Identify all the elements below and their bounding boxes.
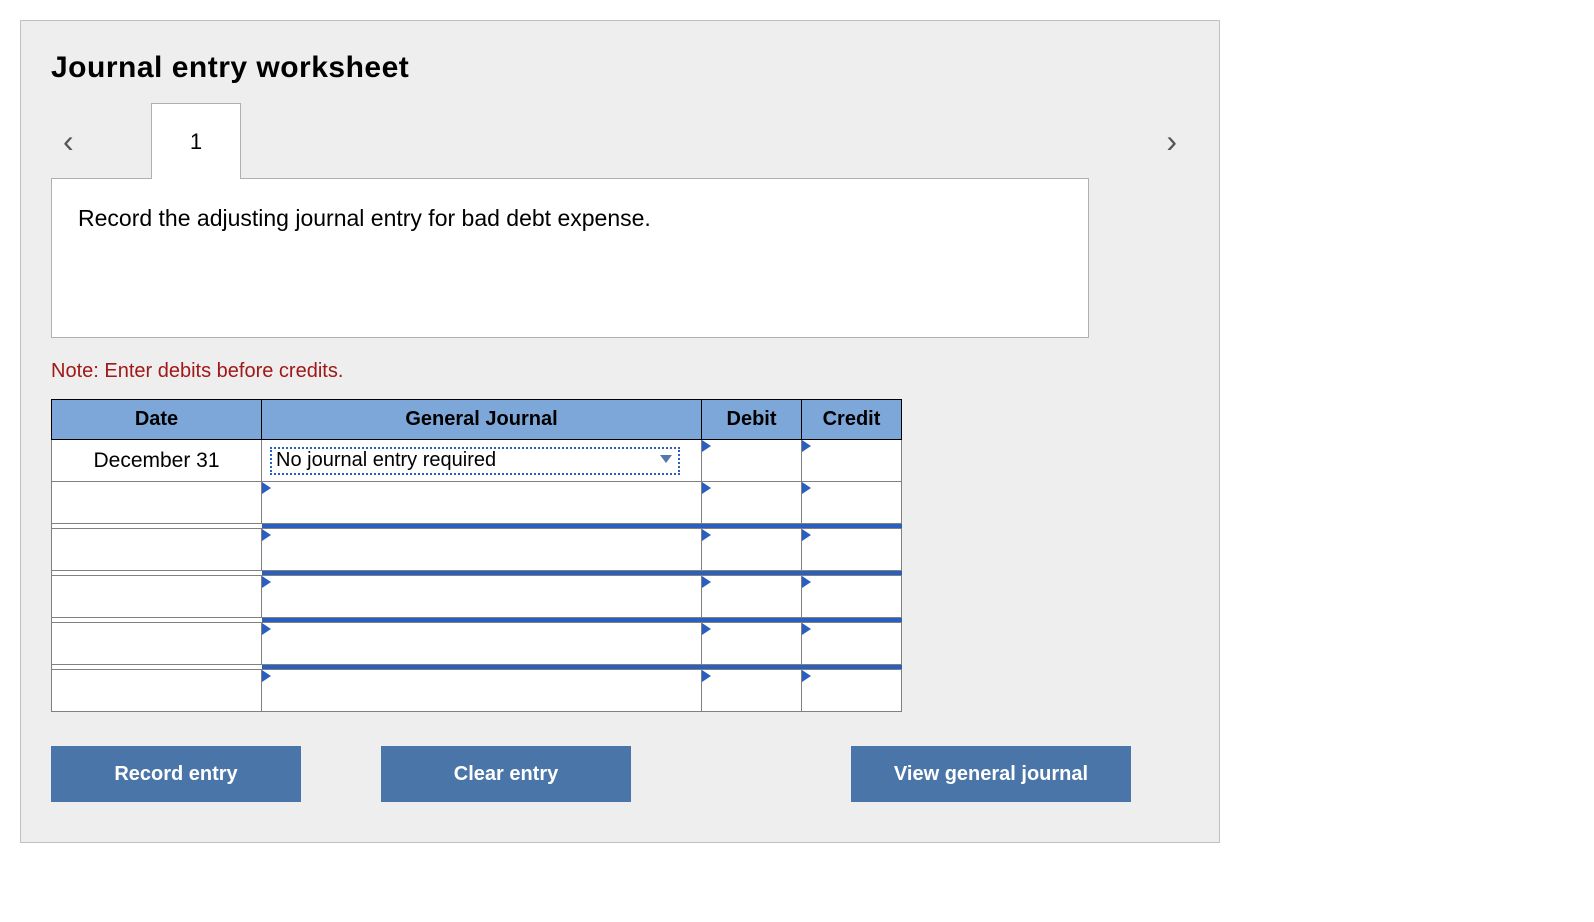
cell-marker-icon: [702, 440, 711, 452]
record-entry-button[interactable]: Record entry: [51, 746, 301, 802]
debit-cell[interactable]: [702, 576, 802, 618]
date-cell[interactable]: [52, 529, 262, 571]
table-row: [52, 576, 902, 618]
view-general-journal-button[interactable]: View general journal: [851, 746, 1131, 802]
cell-marker-icon: [702, 576, 711, 588]
account-dropdown[interactable]: No journal entry required: [270, 447, 680, 475]
debit-cell[interactable]: [702, 440, 802, 482]
date-cell[interactable]: [52, 670, 262, 712]
journal-table: Date General Journal Debit Credit Decemb…: [51, 399, 902, 712]
cell-marker-icon: [802, 623, 811, 635]
note-text: Note: Enter debits before credits.: [51, 360, 1189, 383]
cell-marker-icon: [262, 482, 271, 494]
account-cell[interactable]: [262, 670, 702, 712]
cell-marker-icon: [802, 670, 811, 682]
worksheet-panel: Journal entry worksheet ‹ 1 › Record the…: [20, 20, 1220, 843]
cell-marker-icon: [802, 529, 811, 541]
debit-cell[interactable]: [702, 623, 802, 665]
date-cell[interactable]: [52, 576, 262, 618]
credit-cell[interactable]: [802, 529, 902, 571]
header-debit: Debit: [702, 400, 802, 440]
cell-marker-icon: [802, 576, 811, 588]
table-row: December 31 No journal entry required: [52, 440, 902, 482]
cell-marker-icon: [262, 623, 271, 635]
account-cell[interactable]: No journal entry required: [262, 440, 702, 482]
debit-cell[interactable]: [702, 482, 802, 524]
cell-marker-icon: [702, 670, 711, 682]
credit-cell[interactable]: [802, 440, 902, 482]
table-header-row: Date General Journal Debit Credit: [52, 400, 902, 440]
cell-marker-icon: [262, 670, 271, 682]
date-cell[interactable]: December 31: [52, 440, 262, 482]
tab-row: ‹ 1 ›: [51, 103, 1189, 179]
instruction-box: Record the adjusting journal entry for b…: [51, 178, 1089, 338]
cell-marker-icon: [702, 623, 711, 635]
account-cell[interactable]: [262, 529, 702, 571]
cell-marker-icon: [262, 529, 271, 541]
page-title: Journal entry worksheet: [51, 51, 1189, 85]
debit-cell[interactable]: [702, 670, 802, 712]
table-row: [52, 670, 902, 712]
credit-cell[interactable]: [802, 623, 902, 665]
credit-cell[interactable]: [802, 576, 902, 618]
instruction-text: Record the adjusting journal entry for b…: [78, 205, 651, 231]
prev-arrow-icon[interactable]: ‹: [63, 123, 74, 160]
table-row: [52, 482, 902, 524]
chevron-down-icon[interactable]: [660, 455, 672, 463]
table-row: [52, 623, 902, 665]
credit-cell[interactable]: [802, 670, 902, 712]
cell-marker-icon: [802, 482, 811, 494]
account-cell[interactable]: [262, 623, 702, 665]
cell-marker-icon: [262, 576, 271, 588]
tab-1[interactable]: 1: [151, 103, 241, 179]
header-general-journal: General Journal: [262, 400, 702, 440]
next-arrow-icon[interactable]: ›: [1166, 123, 1177, 160]
debit-cell[interactable]: [702, 529, 802, 571]
date-cell[interactable]: [52, 482, 262, 524]
table-row: [52, 529, 902, 571]
header-credit: Credit: [802, 400, 902, 440]
account-cell[interactable]: [262, 482, 702, 524]
header-date: Date: [52, 400, 262, 440]
credit-cell[interactable]: [802, 482, 902, 524]
date-cell[interactable]: [52, 623, 262, 665]
clear-entry-button[interactable]: Clear entry: [381, 746, 631, 802]
cell-marker-icon: [702, 482, 711, 494]
cell-marker-icon: [702, 529, 711, 541]
button-row: Record entry Clear entry View general jo…: [51, 746, 1189, 802]
account-value: No journal entry required: [276, 449, 496, 472]
account-cell[interactable]: [262, 576, 702, 618]
cell-marker-icon: [802, 440, 811, 452]
